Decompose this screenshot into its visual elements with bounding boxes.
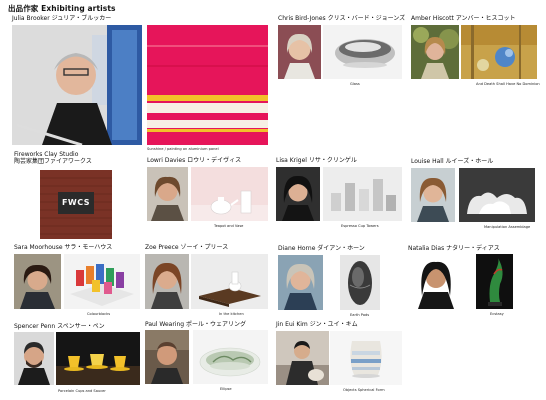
natalia-dias-caption: Ecstasy — [490, 312, 504, 316]
lowri-davies-caption: Teapot and Vase — [214, 224, 244, 228]
spencer-penn-portrait — [14, 332, 54, 385]
lowri-davies-portrait — [147, 167, 188, 221]
paul-wearing-artwork — [193, 330, 268, 384]
zoe-preece-artwork — [191, 254, 268, 309]
page-title: 出品作家 Exhibiting artists — [8, 4, 116, 13]
artist-name-chris-bird-jones: Chris Bird-Jones クリス・バード・ジョーンズ — [278, 15, 406, 22]
amber-hiscott-artwork — [461, 25, 537, 79]
natalia-dias-artwork — [476, 254, 513, 309]
diane-horne-portrait — [278, 255, 323, 310]
zoe-preece-portrait — [145, 254, 189, 309]
amber-hiscott-caption: And Death Shall Have No Dominion — [476, 82, 540, 86]
artist-name-zoe-preece: Zoe Preece ゾーイ・プリース — [145, 244, 229, 251]
fireworks-sign: FWCS — [61, 198, 91, 207]
paul-wearing-caption: Ellipse — [220, 387, 232, 391]
chris-bird-jones-caption: Glass — [350, 82, 360, 86]
paul-wearing-portrait — [145, 330, 189, 384]
chris-bird-jones-artwork — [323, 25, 402, 79]
artist-name-julia-brooker: Julia Brooker ジュリア・ブルッカー — [12, 15, 112, 22]
sara-moorhouse-portrait — [14, 254, 61, 309]
chris-bird-jones-portrait — [278, 25, 321, 79]
sara-moorhouse-artwork — [64, 254, 140, 309]
artist-name-natalia-dias: Natalia Dias ナタリー・ディアス — [408, 245, 500, 252]
amber-hiscott-portrait — [411, 25, 459, 79]
louise-hall-caption: Manipulation Assemblage — [484, 225, 531, 229]
artist-name-sara-moorhouse: Sara Moorhouse サラ・モーハウス — [14, 244, 113, 251]
artist-name-amber-hiscott: Amber Hiscott アンバー・ヒスコット — [411, 15, 516, 22]
lisa-krigel-artwork — [323, 167, 402, 221]
julia-brooker-portrait — [12, 25, 142, 145]
lisa-krigel-portrait — [276, 167, 320, 221]
natalia-dias-portrait — [408, 254, 464, 309]
diane-horne-caption: Earth Pods — [350, 313, 370, 317]
diane-horne-artwork — [340, 255, 380, 310]
artist-name-lowri-davies: Lowri Davies ロウリ・デイヴィス — [147, 157, 242, 164]
zoe-preece-caption: In the kitchen — [219, 312, 244, 316]
lisa-krigel-caption: Espresso Cup Towers — [341, 224, 379, 228]
artist-name-spencer-penn: Spencer Penn スペンサー・ペン — [14, 323, 105, 330]
sara-moorhouse-caption: Colourblocks — [87, 312, 111, 316]
jin-eui-kim-artwork — [330, 331, 402, 385]
louise-hall-portrait — [411, 168, 455, 222]
artist-name-lisa-krigel: Lisa Krigel リサ・クリンゲル — [276, 157, 357, 164]
artist-name-fireworks-clay-studio: Fireworks Clay Studio 陶芸家集団ファイアワークス — [14, 151, 92, 165]
artist-name-diane-horne: Diane Horne ダイアン・ホーン — [278, 245, 365, 252]
artist-name-louise-hall: Louise Hall ルイーズ・ホール — [411, 158, 494, 165]
spencer-penn-artwork — [56, 332, 140, 385]
artist-name-jin-eui-kim: Jin Eui Kim ジン・ユイ・キム — [276, 321, 358, 328]
artist-name-paul-wearing: Paul Wearing ポール・ウェアリング — [145, 321, 247, 328]
jin-eui-kim-portrait — [276, 331, 329, 385]
julia-brooker-caption: Sunshine / painting on aluminium panel — [147, 147, 219, 151]
lowri-davies-artwork — [191, 167, 268, 221]
julia-brooker-artwork — [147, 25, 268, 145]
spencer-penn-caption: Porcelain Cups and Saucer — [58, 389, 106, 393]
louise-hall-artwork — [459, 168, 535, 222]
jin-eui-kim-caption: Objects Spherical Form — [343, 388, 385, 392]
